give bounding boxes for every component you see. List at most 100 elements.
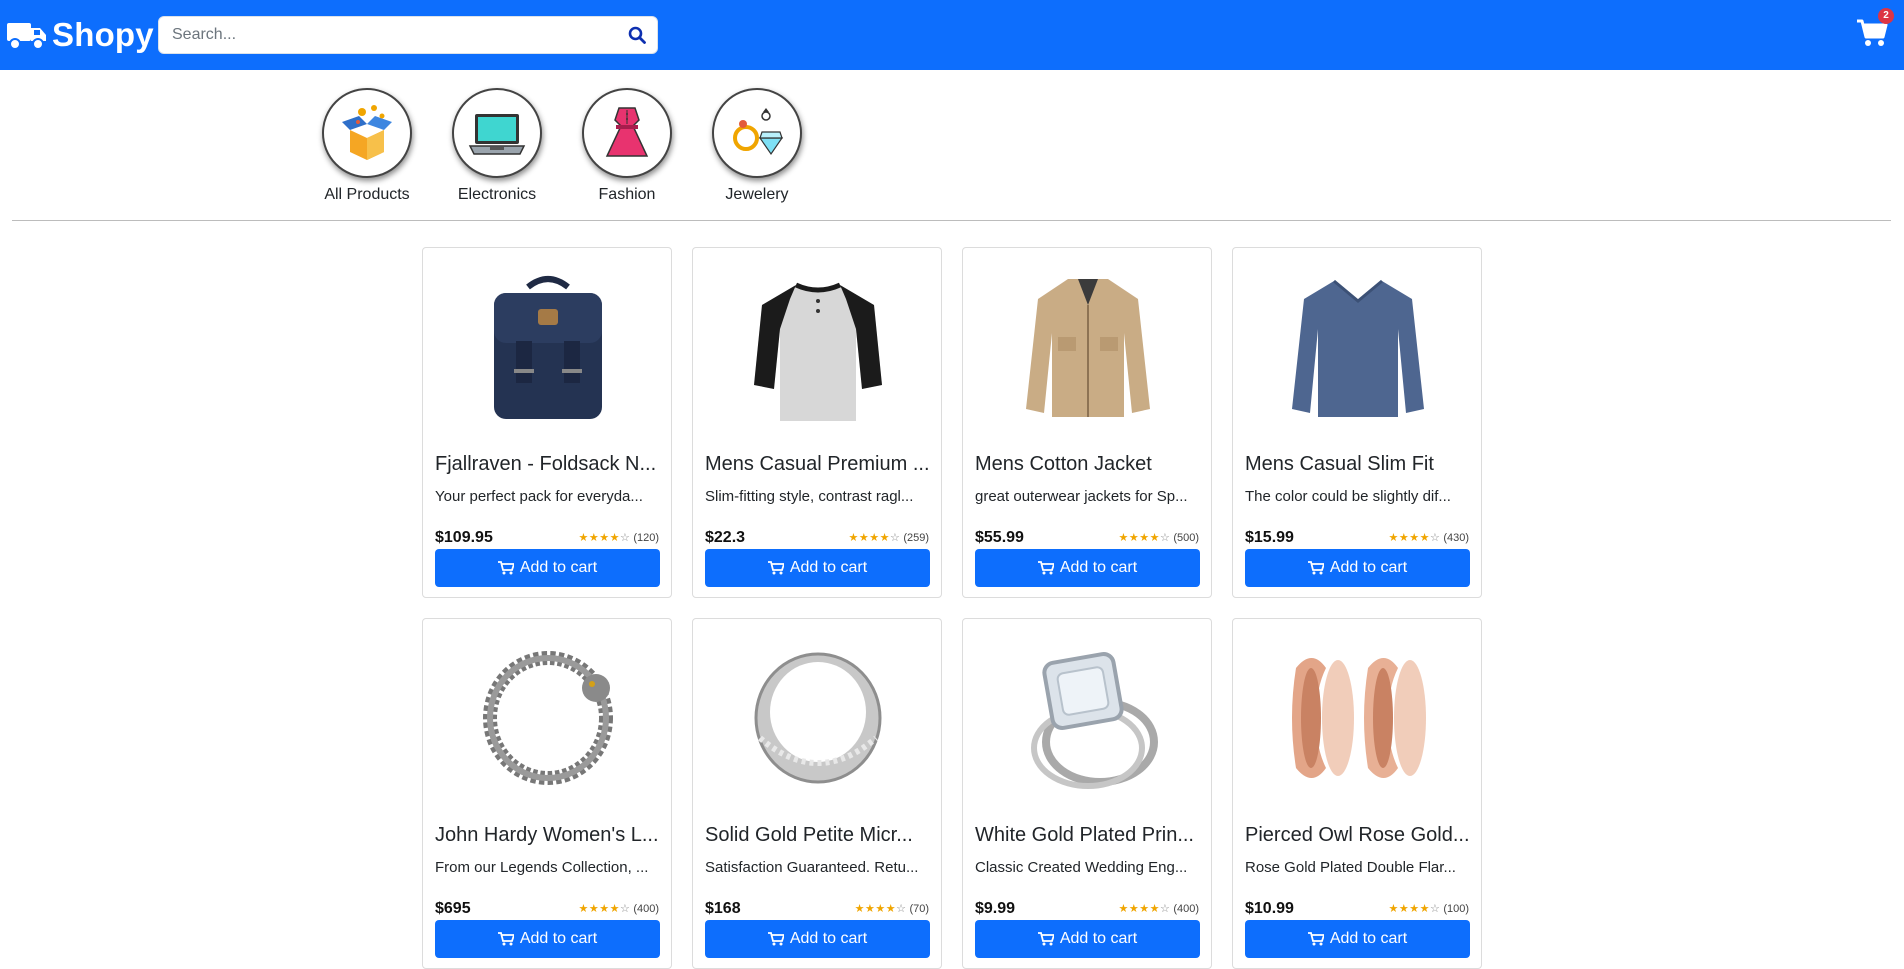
category-jewelery[interactable]: Jewelery <box>710 88 804 204</box>
brand-logo[interactable]: Shopy <box>6 16 154 54</box>
open-box-icon <box>322 88 412 178</box>
add-to-cart-button[interactable]: Add to cart <box>975 549 1200 587</box>
rating-stars: ★★★★☆ <box>578 902 631 915</box>
rating-stars: ★★★★☆ <box>848 531 901 544</box>
product-price: $109.95 <box>435 529 493 546</box>
product-card[interactable]: Solid Gold Petite Micr... Satisfaction G… <box>692 618 942 969</box>
rating-count: (430) <box>1443 531 1469 544</box>
product-card[interactable]: Mens Casual Premium ... Slim-fitting sty… <box>692 247 942 598</box>
laptop-icon <box>452 88 542 178</box>
product-price: $168 <box>705 900 741 917</box>
category-label: All Products <box>324 186 410 203</box>
product-price: $55.99 <box>975 529 1024 546</box>
category-all-products[interactable]: All Products <box>320 88 414 204</box>
add-to-cart-button[interactable]: Add to cart <box>1245 549 1470 587</box>
product-description: The color could be slightly dif... <box>1245 488 1451 505</box>
cart-button[interactable]: 2 <box>1856 8 1894 52</box>
product-price: $15.99 <box>1245 529 1294 546</box>
product-title[interactable]: Mens Casual Premium ... <box>705 453 931 476</box>
silver-band-ring-image <box>733 635 903 800</box>
product-rating: ★★★★☆ (120) <box>578 531 659 544</box>
product-card[interactable]: Fjallraven - Foldsack N... Your perfect … <box>422 247 672 598</box>
rating-stars: ★★★★☆ <box>1118 902 1171 915</box>
product-rating: ★★★★☆ (100) <box>1388 902 1469 915</box>
rating-count: (70) <box>909 902 929 915</box>
product-card[interactable]: Pierced Owl Rose Gold... Rose Gold Plate… <box>1232 618 1482 969</box>
slim-fit-shirt-image <box>1273 264 1443 429</box>
cart-icon <box>1037 932 1054 946</box>
truck-icon <box>7 23 46 50</box>
divider <box>12 220 1891 221</box>
rating-count: (500) <box>1173 531 1199 544</box>
product-title[interactable]: Fjallraven - Foldsack N... <box>435 453 661 476</box>
add-to-cart-label: Add to cart <box>519 559 598 576</box>
product-description: Your perfect pack for everyda... <box>435 488 643 505</box>
category-label: Fashion <box>598 186 656 203</box>
cart-icon <box>1307 561 1324 575</box>
add-to-cart-button[interactable]: Add to cart <box>705 549 930 587</box>
product-card[interactable]: Mens Casual Slim Fit The color could be … <box>1232 247 1482 598</box>
cart-icon <box>1037 561 1054 575</box>
product-card[interactable]: Mens Cotton Jacket great outerwear jacke… <box>962 247 1212 598</box>
category-label: Jewelery <box>725 186 789 203</box>
category-list: All Products Electronics Fashion Jeweler… <box>320 88 804 204</box>
cart-icon <box>1307 932 1324 946</box>
cart-icon <box>767 932 784 946</box>
rating-stars: ★★★★☆ <box>1118 531 1171 544</box>
product-description: Rose Gold Plated Double Flar... <box>1245 859 1456 876</box>
rating-count: (400) <box>1173 902 1199 915</box>
add-to-cart-label: Add to cart <box>789 559 868 576</box>
cart-icon <box>767 561 784 575</box>
product-description: Classic Created Wedding Eng... <box>975 859 1188 876</box>
product-price: $10.99 <box>1245 900 1294 917</box>
search-input[interactable] <box>159 26 617 44</box>
product-description: Slim-fitting style, contrast ragl... <box>705 488 914 505</box>
backpack-image <box>463 264 633 429</box>
category-electronics[interactable]: Electronics <box>450 88 544 204</box>
product-title[interactable]: Mens Casual Slim Fit <box>1245 453 1471 476</box>
dress-icon <box>582 88 672 178</box>
search-bar <box>158 16 658 54</box>
add-to-cart-label: Add to cart <box>519 930 598 947</box>
search-icon <box>628 26 646 44</box>
category-label: Electronics <box>457 186 537 203</box>
brand-name: Shopy <box>52 16 154 53</box>
product-price: $22.3 <box>705 529 746 546</box>
rating-count: (120) <box>633 531 659 544</box>
product-description: great outerwear jackets for Sp... <box>975 488 1188 505</box>
cart-icon <box>497 561 514 575</box>
add-to-cart-label: Add to cart <box>1059 930 1138 947</box>
product-rating: ★★★★☆ (259) <box>848 531 929 544</box>
product-description: From our Legends Collection, ... <box>435 859 649 876</box>
cart-count-badge: 2 <box>1878 8 1894 24</box>
dragon-bracelet-image <box>463 635 633 800</box>
rating-stars: ★★★★☆ <box>854 902 907 915</box>
rating-stars: ★★★★☆ <box>1388 531 1441 544</box>
product-card[interactable]: White Gold Plated Prin... Classic Create… <box>962 618 1212 969</box>
rating-count: (400) <box>633 902 659 915</box>
product-title[interactable]: John Hardy Women's L... <box>435 824 661 847</box>
cart-icon <box>497 932 514 946</box>
product-title[interactable]: White Gold Plated Prin... <box>975 824 1201 847</box>
category-fashion[interactable]: Fashion <box>580 88 674 204</box>
product-rating: ★★★★☆ (500) <box>1118 531 1199 544</box>
add-to-cart-label: Add to cart <box>1329 930 1408 947</box>
product-card[interactable]: John Hardy Women's L... From our Legends… <box>422 618 672 969</box>
product-rating: ★★★★☆ (430) <box>1388 531 1469 544</box>
product-price: $9.99 <box>975 900 1016 917</box>
raglan-tshirt-image <box>733 264 903 429</box>
navbar: Shopy 2 <box>0 0 1904 70</box>
product-title[interactable]: Solid Gold Petite Micr... <box>705 824 931 847</box>
diamond-ring-icon <box>712 88 802 178</box>
product-title[interactable]: Mens Cotton Jacket <box>975 453 1201 476</box>
add-to-cart-label: Add to cart <box>1329 559 1408 576</box>
product-rating: ★★★★☆ (400) <box>1118 902 1199 915</box>
add-to-cart-label: Add to cart <box>789 930 868 947</box>
product-rating: ★★★★☆ (400) <box>578 902 659 915</box>
search-button[interactable] <box>617 17 657 53</box>
add-to-cart-button[interactable]: Add to cart <box>435 549 660 587</box>
product-title[interactable]: Pierced Owl Rose Gold... <box>1245 824 1471 847</box>
product-grid: Fjallraven - Foldsack N... Your perfect … <box>422 247 1482 969</box>
engagement-ring-image <box>1003 635 1173 800</box>
rating-stars: ★★★★☆ <box>578 531 631 544</box>
